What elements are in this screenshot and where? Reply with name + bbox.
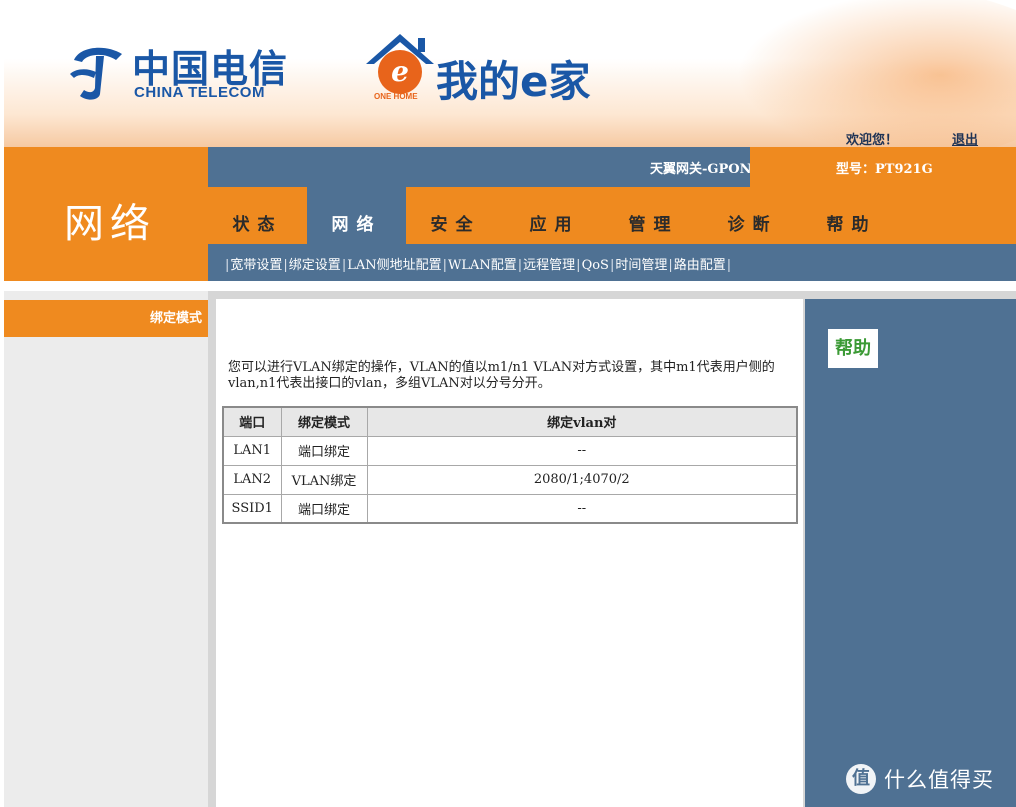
tab-network[interactable]: 网络 — [307, 187, 406, 244]
table-row: SSID1 端口绑定 -- — [222, 493, 798, 524]
subnav-binding[interactable]: 绑定设置 — [289, 258, 341, 273]
tab-security[interactable]: 安全 — [406, 187, 505, 244]
model-label: 型号：PT921G — [836, 162, 933, 177]
sub-nav: |宽带设置|绑定设置|LAN侧地址配置|WLAN配置|远程管理|QoS|时间管理… — [208, 244, 1016, 281]
section-title-block: 网络 — [4, 147, 208, 281]
sidebar-item-binding-mode[interactable]: 绑定模式 — [4, 300, 216, 337]
tab-diagnosis[interactable]: 诊断 — [703, 187, 802, 244]
main-nav: 状态 网络 安全 应用 管理 诊断 帮助 — [208, 187, 1016, 244]
subnav-routing[interactable]: 路由配置 — [674, 258, 726, 273]
tab-management[interactable]: 管理 — [604, 187, 703, 244]
tab-application[interactable]: 应用 — [505, 187, 604, 244]
subnav-time-management[interactable]: 时间管理 — [615, 258, 667, 273]
header-swoosh — [736, 0, 1016, 147]
binding-table: 端口 绑定模式 绑定vlan对 LAN1 端口绑定 -- LAN2 VLAN绑定… — [222, 406, 798, 524]
e-home-logo: e ONE HOME 我的e家 — [360, 28, 660, 118]
model-box: 型号：PT921G — [750, 147, 1016, 187]
section-title: 网络 — [64, 201, 156, 247]
e-home-title: 我的e家 — [436, 57, 591, 106]
help-panel: 帮助 — [805, 291, 1016, 807]
sub-nav-separator: | — [726, 258, 732, 273]
header-banner: 中国电信 CHINA TELECOM e ONE HOME 我的e家 — [4, 0, 1016, 147]
table-header-row: 端口 绑定模式 绑定vlan对 — [222, 406, 798, 437]
table-row: LAN1 端口绑定 -- — [222, 435, 798, 466]
sub-nav-links: |宽带设置|绑定设置|LAN侧地址配置|WLAN配置|远程管理|QoS|时间管理… — [224, 254, 732, 273]
column-header-vlan-pairs: 绑定vlan对 — [366, 406, 798, 437]
binding-description: 您可以进行VLAN绑定的操作，VLAN的值以m1/n1 VLAN对方式设置，其中… — [228, 360, 775, 391]
cell-bind-mode: 端口绑定 — [280, 435, 368, 466]
watermark: 值 什么值得买 — [846, 764, 994, 794]
cell-bind-mode: VLAN绑定 — [280, 464, 368, 495]
gateway-info-bar: 天翼网关-GPON 型号：PT921G — [208, 147, 1016, 187]
cell-vlan-pairs: -- — [366, 435, 798, 466]
cell-port: LAN1 — [222, 435, 282, 466]
brand-english: CHINA TELECOM — [134, 84, 265, 101]
subnav-broadband[interactable]: 宽带设置 — [230, 258, 282, 273]
subnav-remote-management[interactable]: 远程管理 — [523, 258, 575, 273]
subnav-wlan[interactable]: WLAN配置 — [448, 258, 517, 273]
cell-vlan-pairs: -- — [366, 493, 798, 524]
watermark-text: 什么值得买 — [884, 768, 994, 792]
table-row: LAN2 VLAN绑定 2080/1;4070/2 — [222, 464, 798, 495]
subnav-lan-address[interactable]: LAN侧地址配置 — [347, 258, 441, 273]
logout-link[interactable]: 退出 — [952, 129, 978, 148]
welcome-text: 欢迎您！ — [846, 133, 899, 148]
one-home-text: ONE HOME — [374, 92, 418, 101]
china-telecom-logo: 中国电信 CHINA TELECOM — [66, 38, 296, 108]
smzdm-logo-icon: 值 — [846, 764, 876, 794]
china-telecom-emblem-icon — [70, 47, 122, 100]
main-content: 您可以进行VLAN绑定的操作，VLAN的值以m1/n1 VLAN对方式设置，其中… — [216, 299, 803, 807]
gateway-name: 天翼网关-GPON — [650, 162, 752, 177]
column-header-port: 端口 — [222, 406, 282, 437]
help-button[interactable]: 帮助 — [828, 329, 878, 368]
left-sidebar: 绑定模式 — [4, 291, 216, 807]
nav-filler — [901, 187, 1016, 244]
cell-bind-mode: 端口绑定 — [280, 493, 368, 524]
cell-vlan-pairs: 2080/1;4070/2 — [366, 464, 798, 495]
tab-help[interactable]: 帮助 — [802, 187, 901, 244]
cell-port: LAN2 — [222, 464, 282, 495]
svg-text:e: e — [391, 55, 409, 88]
cell-port: SSID1 — [222, 493, 282, 524]
column-header-bind-mode: 绑定模式 — [280, 406, 368, 437]
subnav-qos[interactable]: QoS — [582, 258, 609, 273]
tab-status[interactable]: 状态 — [208, 187, 307, 244]
